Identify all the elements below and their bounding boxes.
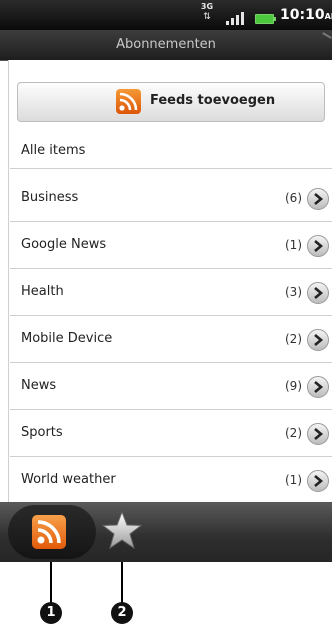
callout-badge: 2: [111, 602, 133, 624]
rss-icon: [32, 515, 66, 549]
add-feeds-button[interactable]: Feeds toevoegen: [17, 82, 325, 122]
feed-count: (2): [285, 426, 302, 440]
feed-count: (6): [285, 191, 302, 205]
feed-label: Sports: [21, 425, 63, 440]
feed-count: (9): [285, 379, 302, 393]
feed-label: Google News: [21, 237, 107, 252]
divider: [10, 221, 332, 222]
all-items-item[interactable]: Alle items: [21, 143, 85, 158]
feed-label: News: [21, 378, 57, 393]
tab-starred[interactable]: [100, 508, 144, 554]
network-type: 3G: [200, 2, 214, 11]
feed-count: (3): [285, 285, 302, 299]
divider: [10, 409, 332, 410]
feed-label: Business: [21, 190, 79, 205]
feed-label: World weather: [21, 472, 116, 487]
callout-badge: 1: [40, 602, 62, 624]
clock: 10:10AM: [280, 7, 332, 23]
list-item[interactable]: News (9): [10, 365, 332, 407]
chevron-right-icon[interactable]: [307, 188, 329, 210]
feed-count: (1): [285, 238, 302, 252]
tab-bar: [0, 502, 332, 562]
divider: [10, 456, 332, 457]
divider: [10, 168, 332, 169]
chevron-right-icon[interactable]: [307, 329, 329, 351]
divider: [10, 268, 332, 269]
list-item[interactable]: Mobile Device (2): [10, 318, 332, 360]
list-item[interactable]: World weather (1): [10, 459, 332, 501]
subscriptions-list: Feeds toevoegen Alle items Business (6) …: [8, 60, 332, 502]
chevron-right-icon[interactable]: [307, 235, 329, 257]
feed-label: Mobile Device: [21, 331, 113, 346]
add-feeds-label: Feeds toevoegen: [150, 93, 276, 108]
feed-count: (2): [285, 332, 302, 346]
feed-count: (1): [285, 473, 302, 487]
chevron-right-icon[interactable]: [307, 470, 329, 492]
divider: [10, 315, 332, 316]
signal-icon: [226, 11, 246, 25]
list-item[interactable]: Business (6): [10, 177, 332, 219]
chevron-right-icon[interactable]: [307, 376, 329, 398]
data-activity-icon: ⇅: [203, 12, 211, 22]
list-item[interactable]: Google News (1): [10, 224, 332, 266]
chevron-right-icon[interactable]: [307, 423, 329, 445]
feed-label: Health: [21, 284, 64, 299]
tab-subscriptions[interactable]: [8, 505, 96, 559]
rss-icon: [116, 89, 141, 114]
list-item[interactable]: Sports (2): [10, 412, 332, 454]
star-icon: [101, 510, 143, 550]
callout-line: [50, 562, 52, 604]
title-bar: Abonnementen: [0, 30, 332, 61]
list-item[interactable]: Health (3): [10, 271, 332, 313]
callout-line: [121, 562, 123, 604]
status-bar: 3G ⇅ 10:10AM: [0, 0, 332, 30]
divider: [10, 362, 332, 363]
chevron-right-icon[interactable]: [307, 282, 329, 304]
page-title: Abonnementen: [116, 37, 216, 52]
battery-icon: [255, 14, 276, 24]
